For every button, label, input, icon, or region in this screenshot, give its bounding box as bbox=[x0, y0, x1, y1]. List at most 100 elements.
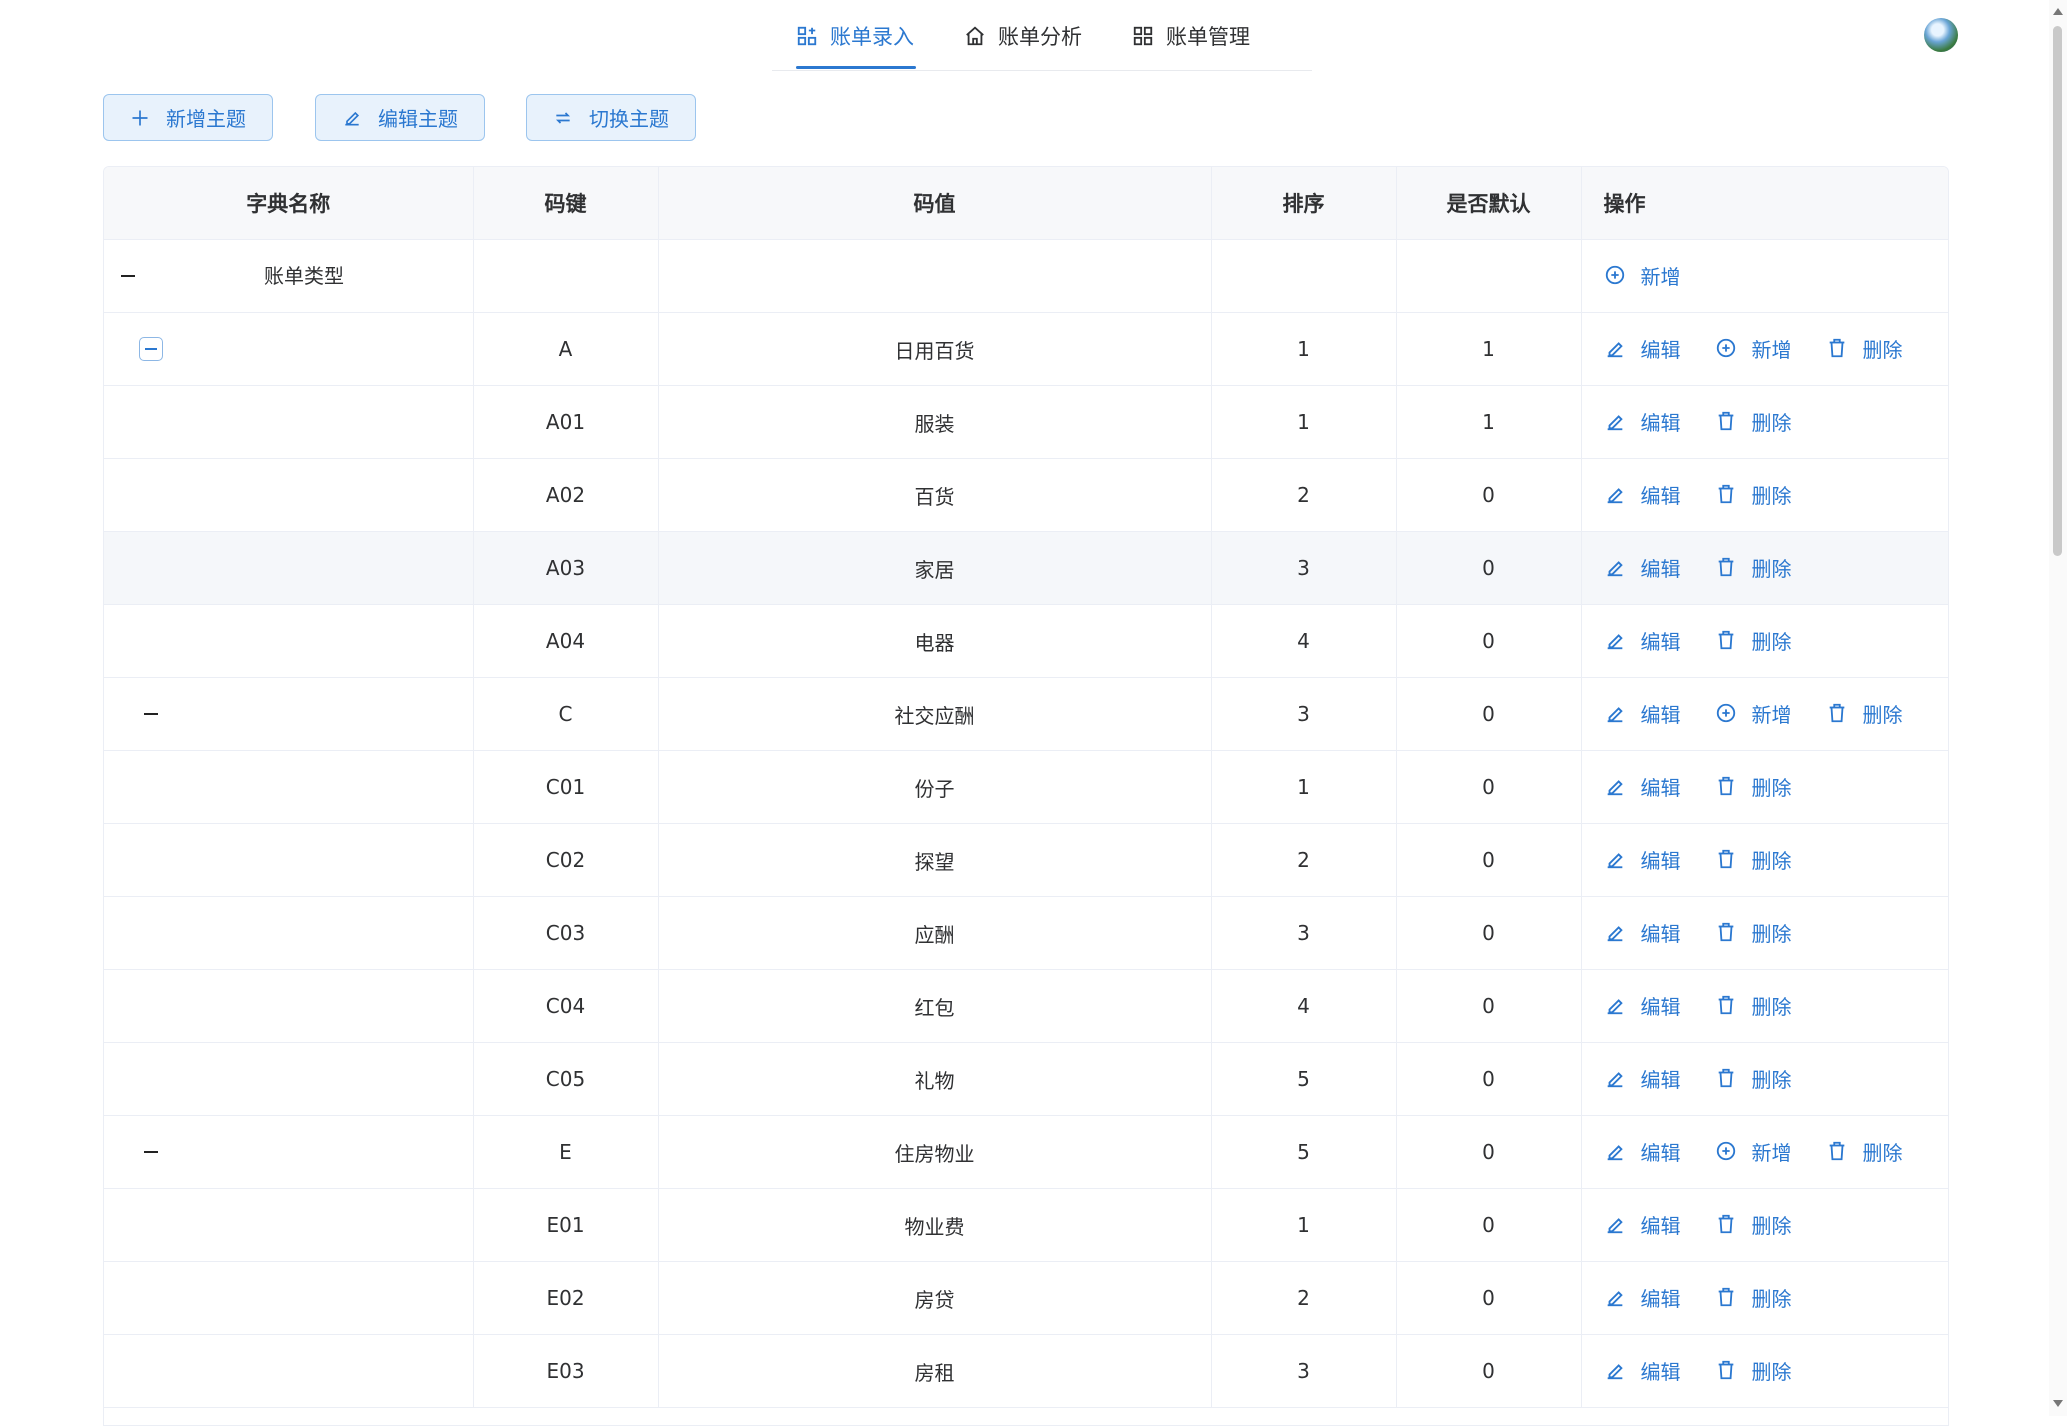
trash-icon bbox=[1718, 923, 1733, 942]
delete-action-link[interactable]: 删除 bbox=[1826, 334, 1903, 363]
cell-sort: 4 bbox=[1211, 604, 1397, 678]
cell-code-value bbox=[658, 239, 1212, 313]
cell-dict-name bbox=[104, 1042, 474, 1116]
action-label: 删除 bbox=[1751, 775, 1792, 800]
avatar[interactable] bbox=[1924, 18, 1958, 52]
collapse-toggle-icon[interactable] bbox=[139, 702, 163, 726]
delete-action-link[interactable]: 删除 bbox=[1715, 918, 1792, 947]
table-row: A 日用百货 1 1 编辑 新增 删除 bbox=[104, 312, 1948, 386]
cell-dict-name bbox=[104, 969, 474, 1043]
scroll-thumb[interactable] bbox=[2053, 26, 2062, 556]
edit-action-link[interactable]: 编辑 bbox=[1604, 1356, 1681, 1385]
delete-action-link[interactable]: 删除 bbox=[1715, 480, 1792, 509]
edit-action-link[interactable]: 编辑 bbox=[1604, 553, 1681, 582]
cell-sort: 4 bbox=[1211, 969, 1397, 1043]
delete-action-link[interactable]: 删除 bbox=[1715, 553, 1792, 582]
scroll-up-arrow[interactable] bbox=[2053, 8, 2063, 15]
edit-action-link[interactable]: 编辑 bbox=[1604, 1210, 1681, 1239]
scroll-down-arrow[interactable] bbox=[2053, 1400, 2063, 1407]
delete-action-link[interactable]: 删除 bbox=[1715, 1064, 1792, 1093]
cell-actions: 编辑 删除 bbox=[1581, 823, 1948, 897]
edit-action-link[interactable]: 编辑 bbox=[1604, 334, 1681, 363]
edit-action-link[interactable]: 编辑 bbox=[1604, 626, 1681, 655]
edit-icon bbox=[345, 111, 360, 125]
edit-action-link[interactable]: 编辑 bbox=[1604, 772, 1681, 801]
tab-bill-management[interactable]: 账单管理 bbox=[1132, 18, 1250, 54]
delete-action-link[interactable]: 删除 bbox=[1826, 699, 1903, 728]
table-body: 账单类型 新增 A 日用百货 1 1 编辑 新增 删除 A01 服装 1 1 编辑 删除 A02 百货 2 0 编辑删… bbox=[104, 239, 1948, 1408]
edit-icon bbox=[1607, 1218, 1623, 1234]
edit-icon bbox=[1607, 853, 1623, 869]
header-actions: 操作 bbox=[1581, 167, 1948, 240]
table-row: C 社交应酬 3 0 编辑 新增 删除 bbox=[104, 677, 1948, 751]
edit-action-link[interactable]: 编辑 bbox=[1604, 480, 1681, 509]
header-code-value: 码值 bbox=[658, 167, 1212, 240]
cell-is-default: 0 bbox=[1396, 750, 1582, 824]
add-action-link[interactable]: 新增 bbox=[1604, 261, 1681, 290]
edit-action-link[interactable]: 编辑 bbox=[1604, 1137, 1681, 1166]
edit-action-link[interactable]: 编辑 bbox=[1604, 918, 1681, 947]
cell-is-default: 1 bbox=[1396, 385, 1582, 459]
trash-icon bbox=[1718, 485, 1733, 504]
collapse-toggle-icon[interactable] bbox=[116, 264, 140, 288]
table-row: E03 房租 3 0 编辑 删除 bbox=[104, 1334, 1948, 1408]
button-label: 新增主题 bbox=[166, 107, 246, 131]
cell-code-key: C bbox=[473, 677, 659, 751]
delete-action-link[interactable]: 删除 bbox=[1715, 1356, 1792, 1385]
collapse-toggle-icon[interactable] bbox=[139, 1140, 163, 1164]
delete-action-link[interactable]: 删除 bbox=[1715, 1210, 1792, 1239]
delete-action-link[interactable]: 删除 bbox=[1715, 626, 1792, 655]
edit-action-link[interactable]: 编辑 bbox=[1604, 845, 1681, 874]
delete-action-link[interactable]: 删除 bbox=[1826, 1137, 1903, 1166]
edit-action-link[interactable]: 编辑 bbox=[1604, 1283, 1681, 1312]
cell-code-key: A03 bbox=[473, 531, 659, 605]
header-code-key: 码键 bbox=[473, 167, 659, 240]
table-row: A03 家居 3 0 编辑 删除 bbox=[104, 531, 1948, 605]
edit-action-link[interactable]: 编辑 bbox=[1604, 407, 1681, 436]
delete-action-link[interactable]: 删除 bbox=[1715, 991, 1792, 1020]
edit-icon bbox=[1607, 707, 1623, 723]
cell-code-value: 应酬 bbox=[658, 896, 1212, 970]
edit-icon bbox=[1607, 561, 1623, 577]
cell-actions: 编辑 删除 bbox=[1581, 750, 1948, 824]
delete-action-link[interactable]: 删除 bbox=[1715, 1283, 1792, 1312]
edit-action-link[interactable]: 编辑 bbox=[1604, 699, 1681, 728]
table-row: E 住房物业 5 0 编辑 新增 删除 bbox=[104, 1115, 1948, 1189]
cell-code-key: E03 bbox=[473, 1334, 659, 1408]
edit-theme-button[interactable]: 编辑主题 bbox=[315, 94, 485, 141]
plus-circle-icon bbox=[1716, 1142, 1735, 1161]
plus-icon bbox=[132, 110, 148, 125]
edit-action-link[interactable]: 编辑 bbox=[1604, 1064, 1681, 1093]
add-theme-button[interactable]: 新增主题 bbox=[103, 94, 273, 141]
action-label: 删除 bbox=[1862, 337, 1903, 362]
cell-dict-name bbox=[104, 896, 474, 970]
trash-icon bbox=[1718, 1215, 1733, 1234]
cell-code-key: A bbox=[473, 312, 659, 386]
trash-icon bbox=[1718, 996, 1733, 1015]
cell-is-default: 0 bbox=[1396, 969, 1582, 1043]
tab-bill-entry[interactable]: 账单录入 bbox=[796, 18, 914, 54]
edit-action-link[interactable]: 编辑 bbox=[1604, 991, 1681, 1020]
add-action-link[interactable]: 新增 bbox=[1715, 334, 1792, 363]
delete-action-link[interactable]: 删除 bbox=[1715, 772, 1792, 801]
switch-theme-button[interactable]: 切换主题 bbox=[526, 94, 696, 141]
delete-action-link[interactable]: 删除 bbox=[1715, 407, 1792, 436]
add-action-link[interactable]: 新增 bbox=[1715, 699, 1792, 728]
cell-actions: 编辑 删除 bbox=[1581, 1042, 1948, 1116]
cell-dict-name bbox=[104, 677, 474, 751]
cell-code-key: C03 bbox=[473, 896, 659, 970]
dict-name-text: 账单类型 bbox=[264, 264, 344, 288]
action-label: 删除 bbox=[1862, 1140, 1903, 1165]
delete-action-link[interactable]: 删除 bbox=[1715, 845, 1792, 874]
dictionary-table: 字典名称 码键 码值 排序 是否默认 操作 账单类型 新增 A 日用百货 1 1 编辑 新增删… bbox=[103, 166, 1949, 1426]
action-label: 新增 bbox=[1751, 1140, 1792, 1165]
trash-icon bbox=[1718, 850, 1733, 869]
tab-bill-analysis[interactable]: 账单分析 bbox=[964, 18, 1082, 54]
vertical-scrollbar[interactable] bbox=[2049, 0, 2067, 1416]
action-label: 编辑 bbox=[1640, 483, 1681, 508]
cell-code-value: 探望 bbox=[658, 823, 1212, 897]
table-row: A02 百货 2 0 编辑 删除 bbox=[104, 458, 1948, 532]
collapse-toggle-icon[interactable] bbox=[139, 337, 163, 361]
cell-sort: 1 bbox=[1211, 385, 1397, 459]
add-action-link[interactable]: 新增 bbox=[1715, 1137, 1792, 1166]
